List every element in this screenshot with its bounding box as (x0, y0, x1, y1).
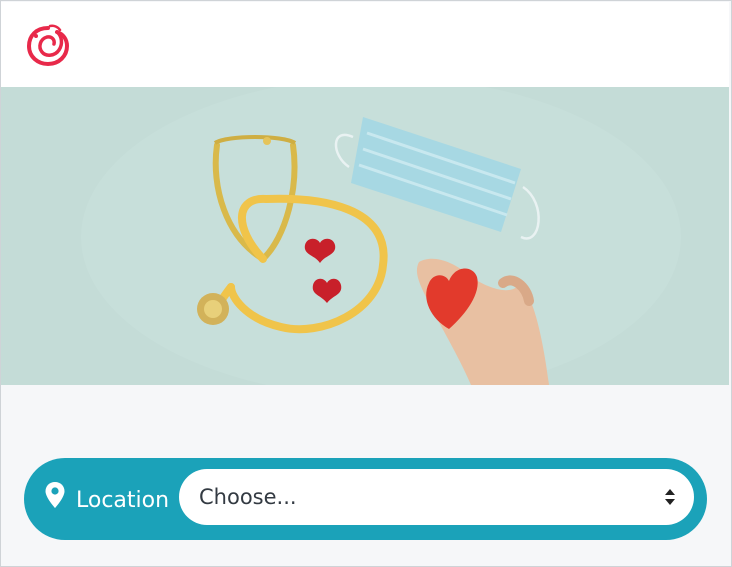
site-header (1, 2, 729, 87)
location-select-value: Choose... (199, 485, 297, 509)
healthcare-banner-image (1, 87, 729, 385)
location-label: Location (76, 488, 170, 513)
map-pin-icon (45, 482, 65, 508)
hero-banner (1, 87, 729, 385)
location-select[interactable]: Choose... (179, 469, 694, 525)
location-search-bar: Location Choose... (24, 458, 707, 540)
sort-caret-icon (665, 489, 675, 505)
swirl-logo-icon[interactable] (26, 24, 70, 68)
